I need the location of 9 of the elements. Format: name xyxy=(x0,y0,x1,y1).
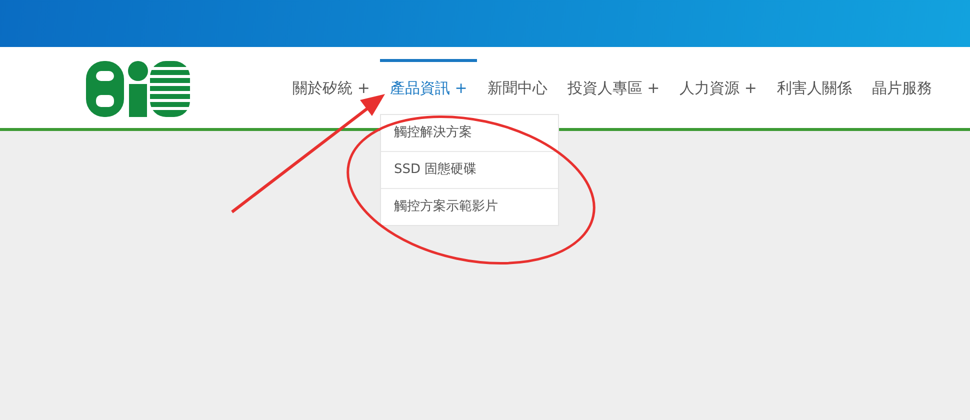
nav-link[interactable]: 關於矽統 + xyxy=(282,59,380,100)
nav-link[interactable]: 投資人專區 + xyxy=(557,59,670,100)
nav-link[interactable]: 利害人關係 xyxy=(767,59,862,100)
nav-link[interactable]: 新聞中心 xyxy=(477,59,558,100)
dropdown-item[interactable]: 觸控方案示範影片 xyxy=(380,189,558,225)
dropdown-item[interactable]: SSD 固態硬碟 xyxy=(380,152,558,189)
nav-link[interactable]: 人力資源 + xyxy=(670,59,767,100)
nav-link[interactable]: 晶片服務 xyxy=(862,59,942,100)
dropdown-item[interactable]: 觸控解決方案 xyxy=(380,115,558,152)
